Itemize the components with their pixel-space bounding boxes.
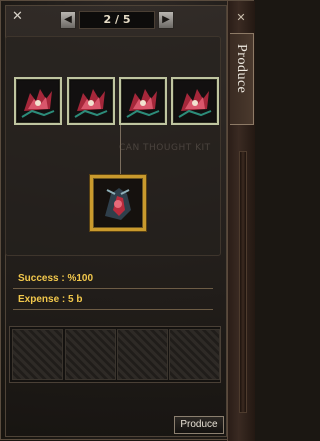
material-slot-1[interactable] xyxy=(12,329,63,380)
tab-produce-label: Produce xyxy=(234,44,249,94)
side-close-icon[interactable]: ✕ xyxy=(234,11,248,25)
separator xyxy=(13,288,213,289)
prev-page-button[interactable]: ◀ xyxy=(60,11,76,29)
tab-produce[interactable]: Produce xyxy=(230,33,254,125)
material-slot-2[interactable] xyxy=(65,329,116,380)
background-watermark: CAN THOUGHT KIT xyxy=(119,143,211,153)
ingredient-slot-2[interactable] xyxy=(67,77,115,125)
red-dragon-item-icon xyxy=(175,81,215,121)
success-rate-text: Success : %100 xyxy=(18,273,94,284)
close-icon[interactable]: ✕ xyxy=(11,10,24,23)
side-rail xyxy=(239,151,247,413)
red-dragon-item-icon xyxy=(71,81,111,121)
ingredient-slot-4[interactable] xyxy=(171,77,219,125)
expense-text: Expense : 5 b xyxy=(18,294,83,305)
result-slot[interactable] xyxy=(90,175,146,231)
red-dragon-item-icon xyxy=(18,81,58,121)
separator xyxy=(13,309,213,310)
produce-window: ✕ ◀ 2 / 5 ▶ CAN THOUGHT KIT Success: %1… xyxy=(0,0,255,441)
next-page-button[interactable]: ▶ xyxy=(158,11,174,29)
ingredient-slot-3[interactable] xyxy=(119,77,167,125)
dragon-helm-item-icon xyxy=(95,180,141,226)
material-slot-4[interactable] xyxy=(169,329,220,380)
recipe-connector-line xyxy=(120,125,121,176)
ingredient-slot-1[interactable] xyxy=(14,77,62,125)
produce-button[interactable]: Produce xyxy=(174,416,224,434)
page-indicator: 2 / 5 xyxy=(79,11,155,29)
side-panel: ✕ Produce xyxy=(227,1,255,441)
red-dragon-item-icon xyxy=(123,81,163,121)
material-slot-3[interactable] xyxy=(117,329,168,380)
